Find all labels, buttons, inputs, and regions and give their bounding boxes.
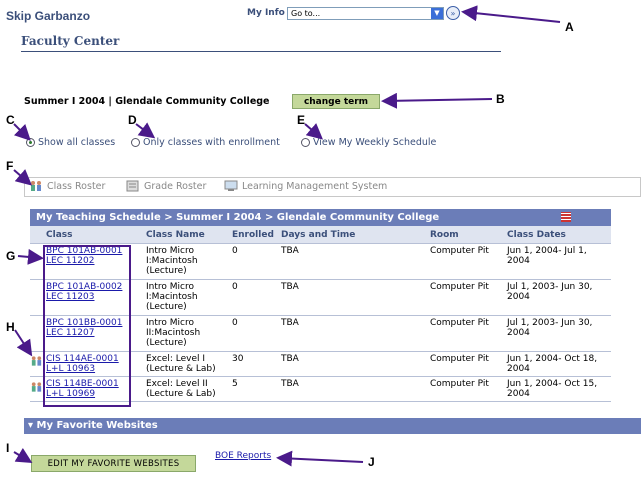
callout-e: E [297,113,306,127]
radio-icon[interactable] [26,138,35,147]
my-info-label: My Info [247,8,285,18]
download-grid-icon[interactable] [561,212,571,222]
callout-arrow-j [276,450,364,467]
enrolled-cell: 0 [230,315,279,352]
schedule-title: My Teaching Schedule > Summer I 2004 > G… [36,212,440,223]
roster-icon [31,181,41,191]
callout-arrow-a [461,5,561,23]
boe-reports-link[interactable]: BOE Reports [215,451,271,461]
callout-arrow-d [135,122,156,139]
callout-arrow-c [13,123,31,141]
dates-cell: Jun 1, 2004- Oct 18, 2004 [505,351,611,377]
room-cell: Computer Pit [428,279,505,316]
class-name-cell: Intro Micro I:Macintosh (Lecture) [144,279,230,316]
goto-dropdown[interactable]: Go to... ▼ [287,7,444,20]
user-name: Skip Garbanzo [6,9,91,23]
class-name-cell: Excel: Level II (Lecture & Lab) [144,376,230,402]
callout-f: F [6,159,14,173]
change-term-button[interactable]: change term [292,94,380,109]
room-cell: Computer Pit [428,376,505,402]
room-cell: Computer Pit [428,351,505,377]
class-roster-icon[interactable] [30,380,43,394]
col-enrolled: Enrolled [230,226,279,244]
enrolled-cell: 30 [230,351,279,377]
lms-tool[interactable]: Learning Management System [224,180,387,192]
filter-weekly-schedule[interactable]: View My Weekly Schedule [301,137,436,148]
favorites-title: My Favorite Websites [36,420,158,431]
col-class: Class [30,226,144,244]
grade-roster-tool[interactable]: Grade Roster [126,180,206,192]
page-title: Faculty Center [21,34,120,48]
callout-arrow-i [13,447,33,464]
edit-favorites-button[interactable]: Edit My Favorite Websites [31,455,196,472]
room-cell: Computer Pit [428,315,505,352]
tool-label: Learning Management System [242,180,388,192]
lms-icon [224,180,238,191]
enrolled-cell: 0 [230,243,279,280]
callout-b: B [496,92,505,106]
enrolled-cell: 5 [230,376,279,402]
callout-c: C [6,113,15,127]
class-name-cell: Excel: Level I (Lecture & Lab) [144,351,230,377]
radio-icon[interactable] [301,138,310,147]
callout-arrow-b [381,92,493,109]
favorites-header[interactable]: ▾ My Favorite Websites [24,418,641,434]
filter-with-enrollment[interactable]: Only classes with enrollment [131,137,280,148]
class-name-cell: Intro Micro I:Macintosh (Lecture) [144,243,230,280]
filter-show-all[interactable]: Show all classes [26,137,115,148]
col-class-dates: Class Dates [505,226,611,244]
callout-h: H [6,320,15,334]
tool-label: Class Roster [47,180,106,192]
days-cell: TBA [279,351,428,377]
callout-i: I [6,441,10,455]
callout-g: G [6,249,16,263]
days-cell: TBA [279,315,428,352]
callout-arrow-e [304,123,324,140]
grade-roster-icon [126,180,139,192]
room-cell: Computer Pit [428,243,505,280]
enrolled-cell: 0 [230,279,279,316]
chevron-down-icon[interactable]: ▼ [431,8,443,19]
title-divider [21,51,501,52]
go-button[interactable]: » [446,6,460,20]
callout-d: D [128,113,137,127]
class-name-cell: Intro Micro II:Macintosh (Lecture) [144,315,230,352]
col-room: Room [428,226,505,244]
class-column-highlight [43,245,131,407]
dates-cell: Jul 1, 2003- Jun 30, 2004 [505,315,611,352]
collapse-triangle-icon[interactable]: ▾ [28,420,37,431]
filter-label: View My Weekly Schedule [313,137,437,148]
dates-cell: Jun 1, 2004- Oct 15, 2004 [505,376,611,402]
filter-label: Only classes with enrollment [143,137,280,148]
callout-j: J [368,455,375,469]
callout-arrow-h [14,329,33,357]
class-roster-icon[interactable] [30,354,43,368]
dates-cell: Jun 1, 2004- Jul 1, 2004 [505,243,611,280]
class-roster-tool[interactable]: Class Roster [29,180,105,192]
col-class-name: Class Name [144,226,230,244]
radio-icon[interactable] [131,138,140,147]
col-days-time: Days and Time [279,226,428,244]
days-cell: TBA [279,279,428,316]
days-cell: TBA [279,243,428,280]
tool-label: Grade Roster [144,180,207,192]
goto-value: Go to... [291,9,321,18]
days-cell: TBA [279,376,428,402]
schedule-header: My Teaching Schedule > Summer I 2004 > G… [30,209,611,226]
callout-a: A [565,20,574,34]
filter-label: Show all classes [38,137,116,148]
current-term: Summer I 2004 | Glendale Community Colle… [24,96,270,107]
dates-cell: Jul 1, 2003- Jun 30, 2004 [505,279,611,316]
